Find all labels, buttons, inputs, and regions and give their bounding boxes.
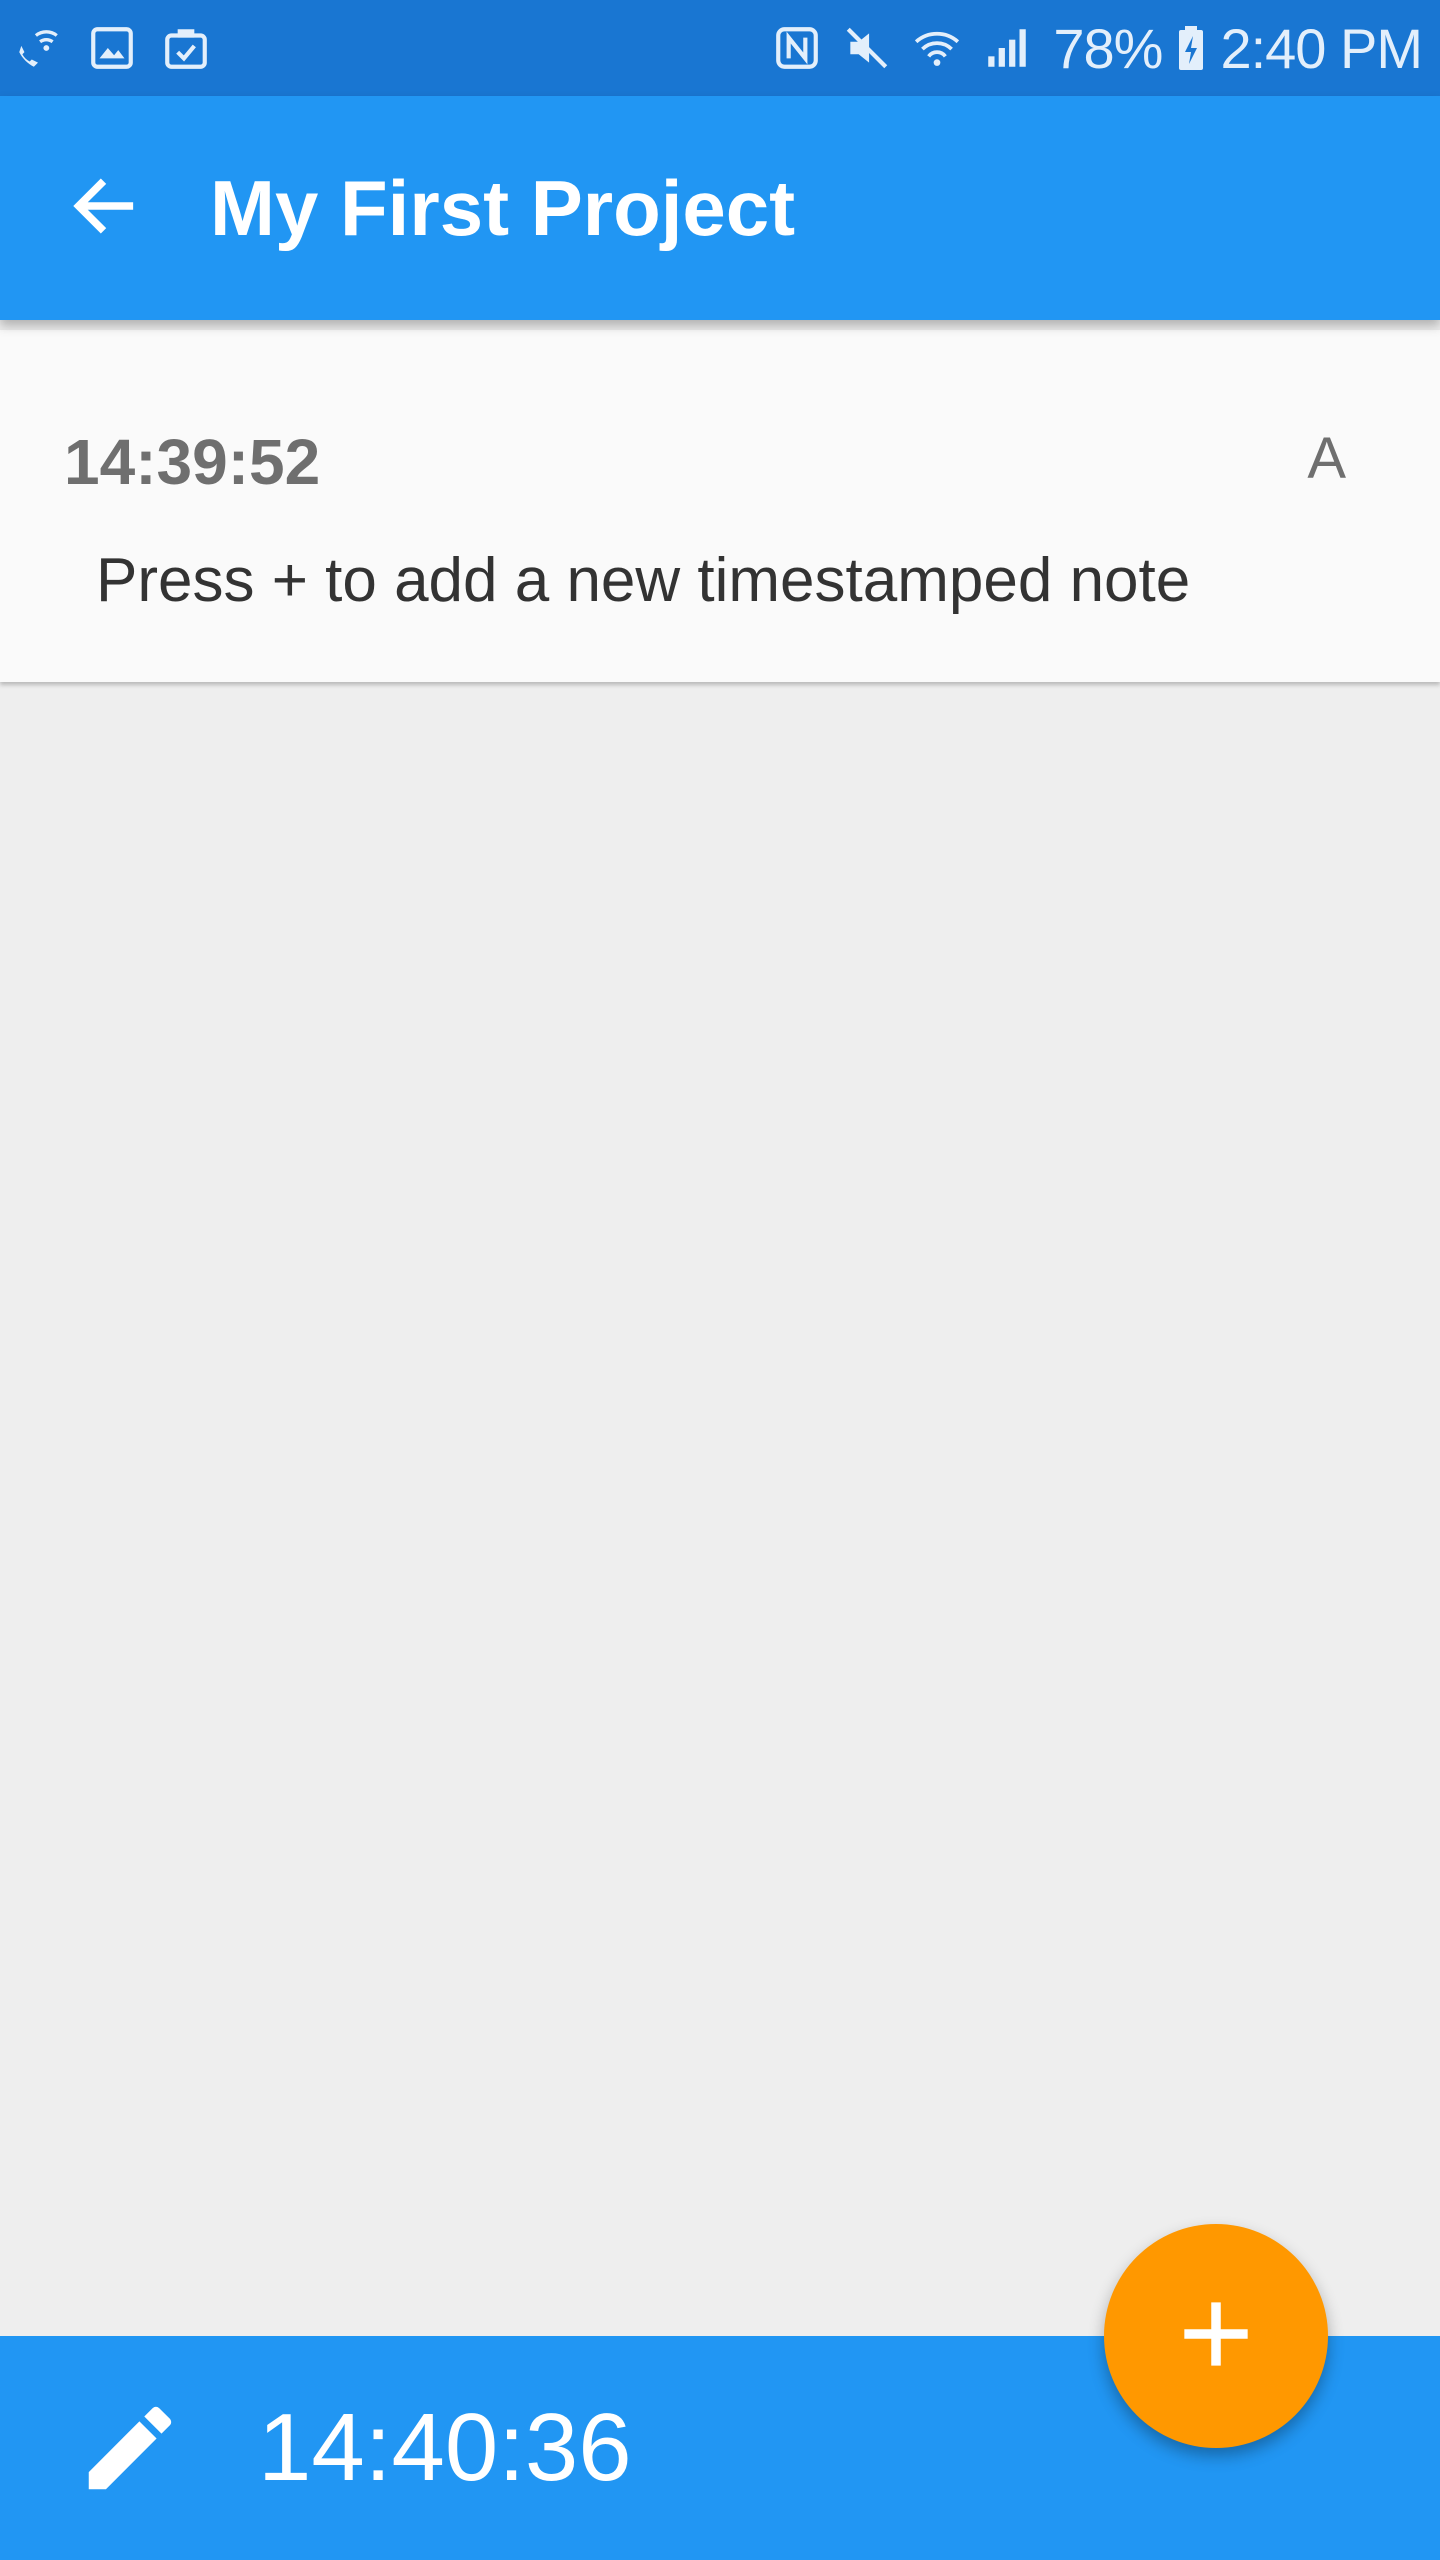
battery-charging-icon [1176, 20, 1206, 76]
gallery-icon [84, 20, 140, 76]
back-button[interactable] [48, 152, 160, 264]
plus-icon [1178, 2296, 1254, 2377]
mute-icon [839, 20, 895, 76]
note-author: A [1307, 426, 1346, 491]
status-left-icons [10, 0, 214, 96]
wifi-icon [909, 20, 965, 76]
note-timestamp: 14:39:52 [64, 426, 321, 498]
pencil-icon[interactable] [70, 2388, 190, 2508]
note-list-item[interactable]: 14:39:52 A Press + to add a new timestam… [0, 330, 1440, 682]
status-time: 2:40 PM [1220, 16, 1423, 80]
signal-icon [979, 20, 1035, 76]
wifi-calling-icon [10, 20, 66, 76]
add-note-button[interactable] [1104, 2224, 1328, 2448]
clipboard-check-icon [158, 20, 214, 76]
page-title: My First Project [210, 164, 796, 252]
battery-percent: 78% [1053, 16, 1163, 80]
app-bar: My First Project [0, 96, 1440, 320]
note-text: Press + to add a new timestamped note [96, 546, 1191, 615]
current-time: 14:40:36 [258, 2394, 632, 2501]
nfc-icon [769, 20, 825, 76]
arrow-back-icon [66, 168, 142, 249]
status-bar: 78% 2:40 PM [0, 0, 1440, 96]
status-right-icons: 78% 2:40 PM [769, 0, 1423, 96]
